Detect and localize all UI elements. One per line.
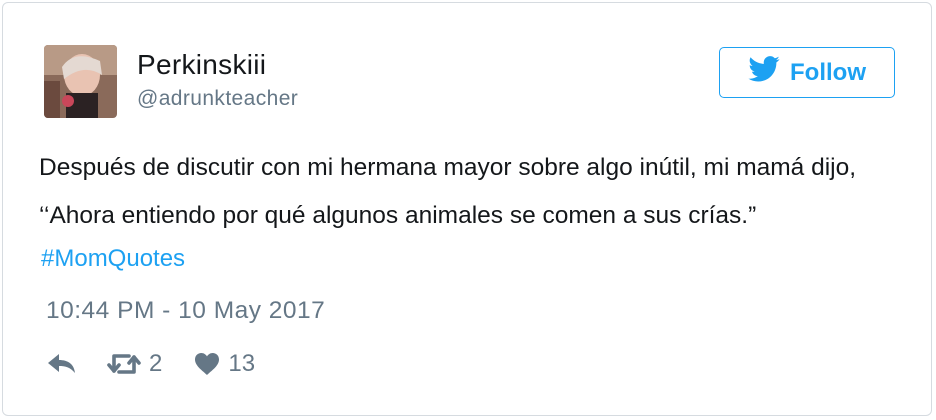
tweet-text-line-2: ‘‘Ahora entiendo por qué algunos animale… [39,202,757,229]
retweet-count: 2 [149,350,163,377]
reply-button[interactable] [47,353,77,375]
twitter-bird-icon [748,56,780,89]
like-button[interactable]: 13 [194,350,255,378]
display-name[interactable]: Perkinskiii [137,49,266,81]
user-handle[interactable]: @adrunkteacher [137,87,298,111]
follow-label: Follow [790,58,866,86]
like-count: 13 [228,350,256,377]
hashtag-link[interactable]: #MomQuotes [41,245,185,273]
tweet-card: Perkinskiii @adrunkteacher Follow Despué… [2,2,932,416]
timestamp[interactable]: 10:44 PM - 10 May 2017 [46,297,325,325]
retweet-button[interactable]: 2 [107,350,162,378]
tweet-text: Después de discutir con mi hermana mayor… [39,144,909,240]
heart-icon [194,352,220,376]
follow-button[interactable]: Follow [719,47,895,98]
reply-icon [47,353,77,375]
tweet-actions: 2 13 [47,346,255,382]
retweet-icon [107,351,141,377]
tweet-text-line-1: Después de discutir con mi hermana mayor… [39,154,857,181]
avatar[interactable] [44,45,117,118]
